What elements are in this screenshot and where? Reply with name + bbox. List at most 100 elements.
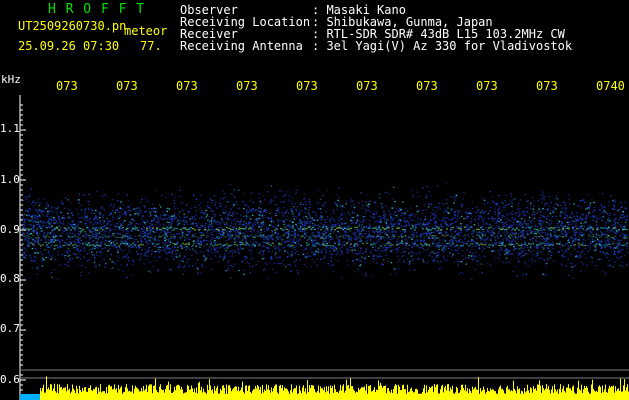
noise-speck <box>155 208 157 210</box>
noise-speck <box>315 215 318 217</box>
noise-speck <box>66 243 68 245</box>
noise-speck <box>292 239 294 241</box>
noise-speck <box>171 250 174 252</box>
noise-speck <box>47 233 49 235</box>
noise-speck <box>219 205 221 207</box>
noise-speck <box>259 200 261 202</box>
noise-speck <box>619 234 622 237</box>
noise-speck <box>88 229 91 231</box>
noise-speck <box>593 201 595 203</box>
noise-speck <box>607 219 609 221</box>
noise-speck <box>136 251 138 253</box>
noise-speck <box>566 215 569 217</box>
noise-speck <box>323 257 325 259</box>
noise-speck <box>89 222 91 224</box>
noise-speck <box>476 260 478 262</box>
noise-speck <box>230 208 232 210</box>
noise-speck <box>588 244 591 246</box>
noise-speck <box>314 238 317 240</box>
noise-speck <box>317 208 320 210</box>
noise-speck <box>594 247 597 249</box>
noise-speck <box>561 211 564 213</box>
noise-speck <box>38 204 41 206</box>
noise-speck <box>516 257 519 259</box>
noise-speck <box>601 206 604 209</box>
noise-speck <box>471 208 474 210</box>
noise-speck <box>559 246 562 248</box>
noise-speck <box>240 220 242 222</box>
noise-speck <box>183 265 186 267</box>
noise-speck <box>604 227 606 229</box>
noise-speck <box>584 218 587 220</box>
noise-speck <box>208 206 210 208</box>
noise-speck <box>354 249 356 251</box>
noise-speck <box>271 220 273 222</box>
noise-speck <box>381 243 383 245</box>
noise-speck <box>345 231 347 233</box>
noise-speck <box>540 214 542 217</box>
noise-speck <box>466 216 468 218</box>
noise-speck <box>531 213 534 216</box>
noise-speck <box>487 213 489 215</box>
noise-speck <box>504 236 506 238</box>
noise-speck <box>501 210 504 212</box>
noise-speck <box>45 237 47 239</box>
noise-speck <box>46 213 49 215</box>
noise-speck <box>222 257 224 259</box>
noise-speck <box>575 257 577 259</box>
noise-speck <box>513 237 515 239</box>
noise-speck <box>623 215 626 217</box>
noise-speck <box>559 244 562 246</box>
noise-speck <box>194 232 197 235</box>
noise-speck <box>597 239 599 241</box>
noise-speck <box>61 232 63 234</box>
noise-speck <box>183 213 185 215</box>
noise-speck <box>168 208 171 210</box>
noise-speck <box>465 263 468 265</box>
noise-speck <box>147 255 150 257</box>
noise-speck <box>621 239 623 241</box>
noise-speck <box>115 239 117 241</box>
noise-speck <box>537 199 539 201</box>
noise-speck <box>530 221 533 223</box>
noise-speck <box>610 230 613 232</box>
noise-speck <box>48 211 50 213</box>
noise-speck <box>183 266 185 268</box>
noise-speck <box>212 210 214 212</box>
noise-speck <box>431 255 433 258</box>
noise-speck <box>277 207 280 209</box>
noise-speck <box>546 215 549 217</box>
noise-speck <box>527 200 529 202</box>
noise-speck <box>317 224 319 226</box>
noise-speck <box>298 243 300 245</box>
noise-speck <box>398 267 401 269</box>
noise-speck <box>494 250 496 252</box>
noise-speck <box>621 227 624 229</box>
noise-speck <box>148 233 151 235</box>
noise-speck <box>234 236 236 238</box>
noise-speck <box>561 264 564 266</box>
noise-speck <box>362 252 364 254</box>
noise-speck <box>36 228 38 230</box>
noise-speck <box>309 266 312 268</box>
noise-speck <box>560 230 563 232</box>
noise-speck <box>333 249 335 251</box>
noise-speck <box>264 209 266 212</box>
noise-speck <box>288 223 290 225</box>
noise-speck <box>326 216 329 218</box>
noise-speck <box>424 218 427 220</box>
noise-speck <box>357 269 359 271</box>
noise-speck <box>116 210 119 212</box>
noise-speck <box>27 224 30 226</box>
noise-speck <box>77 239 79 242</box>
noise-speck <box>190 223 192 225</box>
noise-speck <box>49 232 52 234</box>
noise-speck <box>33 221 36 223</box>
noise-speck <box>138 210 140 212</box>
noise-speck <box>310 234 312 237</box>
noise-speck <box>47 210 49 213</box>
noise-speck <box>547 238 550 240</box>
noise-speck <box>119 216 121 218</box>
noise-speck <box>305 256 307 258</box>
noise-speck <box>279 220 281 222</box>
